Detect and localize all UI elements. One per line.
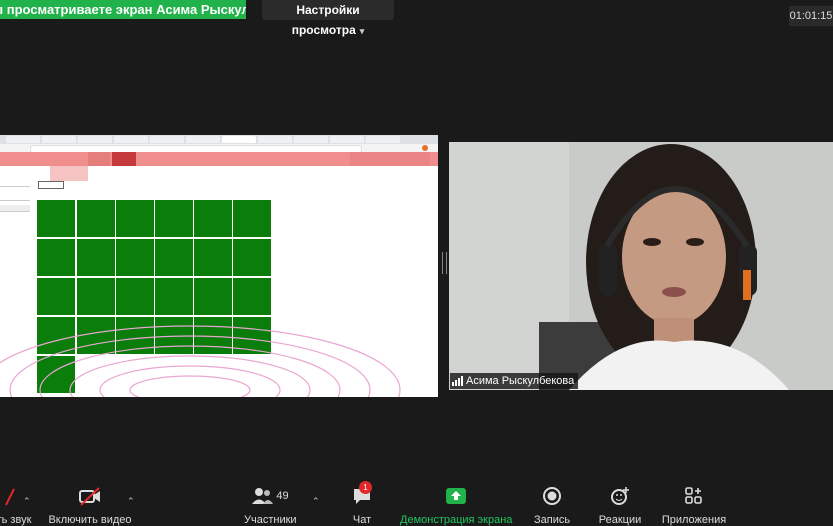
filter-row <box>0 205 30 212</box>
participants-label: Участники <box>244 514 297 526</box>
record-button[interactable]: Запись <box>534 484 570 526</box>
apps-icon <box>660 484 728 508</box>
participants-count: 49 <box>276 490 289 502</box>
chat-unread-badge: 1 <box>359 481 372 494</box>
meeting-toolbar: ть звук ⌃ Включить видео ⌃ 49 Участники … <box>0 481 833 526</box>
view-settings-button[interactable]: Настройки просмотра ▾ <box>262 0 394 37</box>
share-screen-icon <box>400 484 512 508</box>
share-screen-label: Демонстрация экрана <box>400 514 513 526</box>
add-button <box>38 181 64 189</box>
participants-icon: 49 <box>244 484 296 508</box>
participants-options-caret[interactable]: ⌃ <box>312 496 320 507</box>
shared-screen <box>0 135 438 397</box>
browser-tab-strip <box>0 135 438 144</box>
site-navigation-bar <box>0 152 438 166</box>
audio-label: ть звук <box>0 514 32 526</box>
video-label: Включить видео <box>48 514 132 526</box>
browser-address-bar <box>0 144 438 153</box>
view-settings-label: Настройки просмотра <box>291 3 360 37</box>
video-off-icon <box>48 484 132 508</box>
chevron-down-icon: ▾ <box>359 26 365 36</box>
apps-label: Приложения <box>661 514 727 526</box>
record-label: Запись <box>534 514 571 526</box>
filter-select <box>0 181 30 187</box>
video-button[interactable]: Включить видео <box>48 484 132 526</box>
participants-button[interactable]: 49 Участники <box>244 484 297 526</box>
video-options-caret[interactable]: ⌃ <box>127 496 135 507</box>
decorative-rings <box>0 325 401 397</box>
participant-video <box>449 142 833 390</box>
audio-options-caret[interactable]: ⌃ <box>23 496 31 507</box>
meeting-timer: 01:01:15 <box>789 6 833 26</box>
apps-button[interactable]: Приложения <box>660 484 728 526</box>
browser-profile-icon <box>422 145 428 151</box>
dropdown-menu <box>50 166 88 181</box>
record-icon <box>534 484 570 508</box>
participant-nameplate: Асима Рыскулбекова <box>450 373 579 389</box>
share-screen-button[interactable]: Демонстрация экрана <box>400 484 512 526</box>
filter-select-2 <box>0 195 30 201</box>
screen-share-banner: ы просматриваете экран Асима Рыскулбеков… <box>0 0 246 19</box>
participant-name: Асима Рыскулбекова <box>466 375 575 387</box>
reactions-button[interactable]: Реакции <box>598 484 642 526</box>
split-resize-handle[interactable] <box>442 252 447 274</box>
signal-bars-icon <box>452 376 463 386</box>
chat-label: Чат <box>352 514 372 526</box>
reactions-label: Реакции <box>598 514 642 526</box>
smiley-icon <box>598 484 642 508</box>
chat-button[interactable]: 1 Чат <box>348 481 376 526</box>
